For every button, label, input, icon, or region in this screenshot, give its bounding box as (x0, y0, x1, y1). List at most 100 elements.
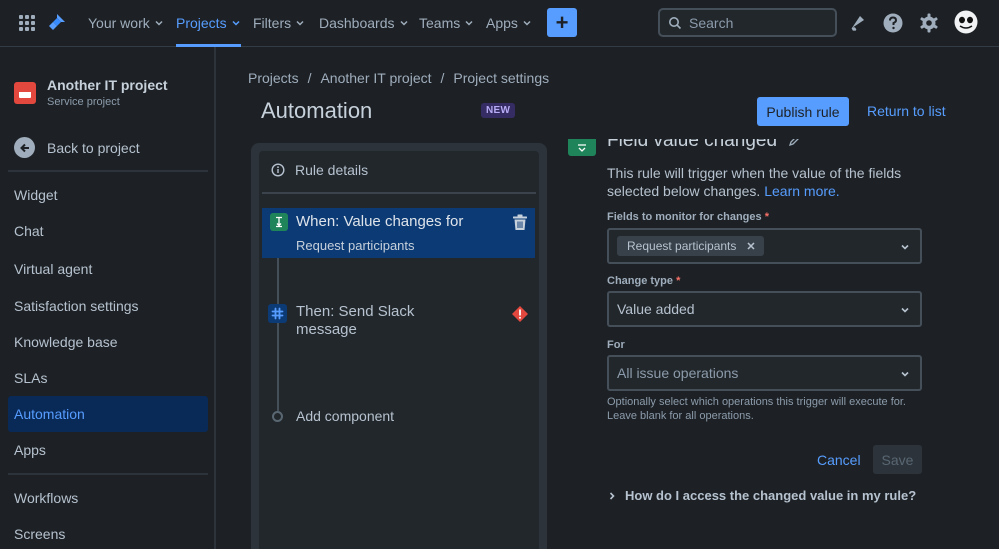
sidebar-item-label: Knowledge base (14, 334, 118, 350)
change-type-value: Value added (617, 301, 695, 317)
sidebar-item-label: Chat (14, 223, 44, 239)
sidebar-item-virtual-agent[interactable]: Virtual agent (8, 251, 208, 287)
sidebar-item-label: Virtual agent (14, 261, 93, 277)
for-select[interactable]: All issue operations (607, 355, 922, 391)
breadcrumb-separator: / (440, 70, 445, 86)
nav-projects[interactable]: Projects (176, 0, 241, 47)
fields-label: Fields to monitor for changes * (607, 211, 769, 223)
app-switcher-icon[interactable] (19, 15, 35, 31)
nav-apps[interactable]: Apps (486, 0, 532, 46)
nav-your-work-label: Your work (88, 15, 150, 31)
nav-filters-label: Filters (253, 15, 292, 31)
for-value: All issue operations (617, 365, 739, 381)
arrow-left-icon (14, 137, 35, 158)
change-type-label-text: Change type (607, 275, 674, 287)
pencil-icon[interactable] (788, 133, 802, 147)
action-title[interactable]: Then: Send Slack message (296, 303, 446, 339)
sidebar-item-label: Widget (14, 187, 58, 203)
settings-icon[interactable] (918, 12, 940, 34)
nav-dashboards[interactable]: Dashboards (319, 0, 409, 46)
chevron-down-icon (399, 20, 408, 26)
error-icon (512, 306, 528, 322)
change-type-select[interactable]: Value added (607, 291, 922, 327)
rule-divider (262, 192, 536, 194)
remove-tag-icon[interactable]: ✕ (746, 240, 755, 253)
sidebar: Another IT project Service project Back … (0, 47, 216, 549)
project-name[interactable]: Another IT project (47, 77, 168, 93)
chevron-down-icon (155, 20, 163, 26)
howto-expander[interactable]: How do I access the changed value in my … (607, 488, 916, 503)
add-component-button[interactable]: Add component (296, 408, 394, 424)
for-hint: Optionally select which operations this … (607, 396, 906, 422)
chevron-down-icon[interactable] (900, 242, 910, 252)
trigger-icon (270, 213, 288, 231)
breadcrumb-separator: / (307, 70, 312, 86)
flow-connector (277, 258, 279, 304)
sidebar-divider (8, 170, 208, 172)
search-input[interactable]: Search (658, 8, 837, 37)
required-indicator: * (676, 275, 681, 287)
required-indicator: * (764, 211, 769, 223)
rule-details-button[interactable]: Rule details (271, 162, 368, 178)
save-button[interactable]: Save (873, 445, 922, 474)
sidebar-item-workflows[interactable]: Workflows (8, 480, 208, 516)
field-tag: Request participants ✕ (617, 236, 764, 256)
chevron-down-icon (296, 20, 304, 26)
sidebar-item-knowledge-base[interactable]: Knowledge base (8, 324, 208, 360)
avatar[interactable] (954, 10, 978, 34)
sidebar-item-widget[interactable]: Widget (8, 177, 208, 213)
sidebar-item-satisfaction-settings[interactable]: Satisfaction settings (8, 288, 208, 324)
rule-details-label: Rule details (295, 162, 369, 178)
sidebar-item-apps[interactable]: Apps (8, 432, 208, 468)
notifications-icon[interactable] (846, 12, 868, 34)
sidebar-item-label: Apps (14, 442, 46, 458)
chevron-down-icon (523, 20, 531, 26)
search-placeholder: Search (689, 14, 734, 31)
for-label: For (607, 339, 625, 351)
sidebar-item-automation[interactable]: Automation (8, 396, 208, 432)
sidebar-item-label: Satisfaction settings (14, 298, 139, 314)
page-title: Automation (261, 98, 373, 123)
learn-more-link[interactable]: Learn more. (764, 183, 839, 199)
trigger-config-title-text: Field value changed (607, 130, 778, 151)
change-type-label: Change type * (607, 275, 680, 287)
nav-apps-label: Apps (486, 15, 518, 31)
breadcrumb-project[interactable]: Another IT project (320, 70, 431, 86)
sidebar-item-screens[interactable]: Screens (8, 516, 208, 549)
sidebar-item-label: Automation (14, 406, 85, 422)
trigger-description: This rule will trigger when the value of… (607, 164, 907, 200)
project-icon (14, 82, 36, 104)
project-type: Service project (47, 96, 120, 108)
jira-logo-icon[interactable] (48, 13, 66, 33)
nav-your-work[interactable]: Your work (88, 0, 164, 46)
field-changed-trigger-icon (568, 139, 596, 156)
slack-icon (268, 304, 287, 323)
create-button[interactable]: + (547, 8, 577, 37)
return-to-list-link[interactable]: Return to list (867, 103, 946, 119)
top-navigation: Your work Projects Filters Dashboards Te… (0, 0, 999, 47)
breadcrumb-project-settings[interactable]: Project settings (453, 70, 549, 86)
sidebar-item-label: SLAs (14, 370, 48, 386)
publish-rule-button[interactable]: Publish rule (757, 97, 849, 126)
back-to-project-link[interactable]: Back to project (14, 137, 140, 158)
nav-dashboards-label: Dashboards (319, 15, 395, 31)
sidebar-item-slas[interactable]: SLAs (8, 360, 208, 396)
new-badge: NEW (481, 103, 516, 118)
help-icon[interactable] (882, 12, 904, 34)
cancel-button[interactable]: Cancel (817, 452, 861, 468)
chevron-down-icon (232, 20, 240, 26)
nav-teams[interactable]: Teams (419, 0, 474, 46)
breadcrumb: Projects / Another IT project / Project … (248, 70, 549, 86)
nav-filters[interactable]: Filters (253, 0, 305, 46)
fields-select[interactable]: Request participants ✕ (607, 228, 922, 264)
trigger-config-title: Field value changed (607, 130, 802, 152)
trash-icon[interactable] (512, 214, 528, 231)
back-to-project-label: Back to project (47, 139, 140, 156)
sidebar-item-label: Screens (14, 526, 66, 542)
chevron-down-icon[interactable] (900, 305, 910, 315)
nav-projects-label: Projects (176, 15, 227, 31)
breadcrumb-projects[interactable]: Projects (248, 70, 299, 86)
sidebar-item-label: Workflows (14, 490, 79, 506)
chevron-down-icon[interactable] (900, 369, 910, 379)
sidebar-item-chat[interactable]: Chat (8, 213, 208, 249)
